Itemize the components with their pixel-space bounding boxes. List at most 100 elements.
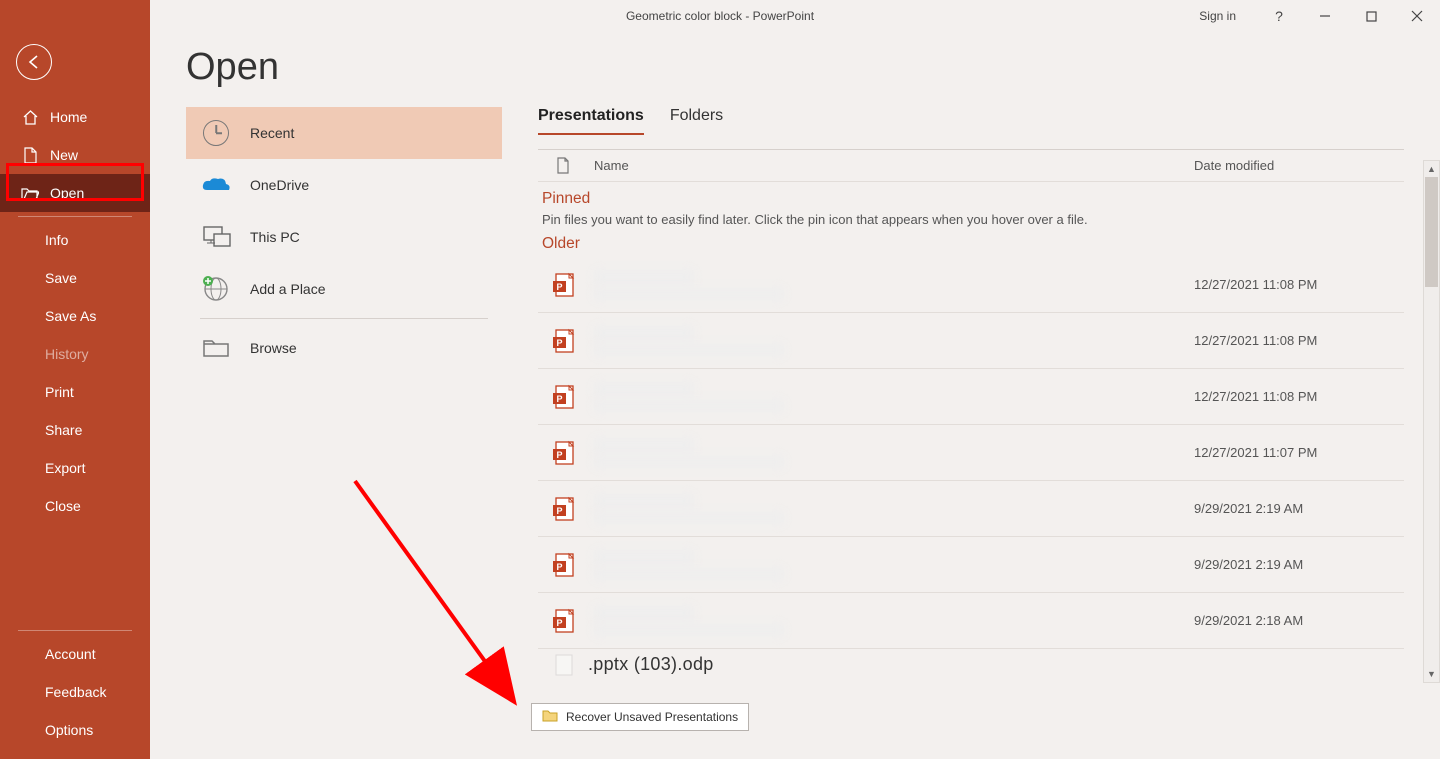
folder-open-icon [20, 183, 40, 203]
sidebar-item-share[interactable]: Share [0, 411, 150, 449]
this-pc-icon [200, 221, 232, 253]
recover-unsaved-button[interactable]: Recover Unsaved Presentations [531, 703, 749, 731]
column-modified[interactable]: Date modified [1194, 158, 1404, 173]
scroll-up-arrow-icon[interactable]: ▲ [1424, 161, 1439, 177]
file-name-cell [588, 438, 1194, 468]
sidebar-item-label: New [50, 147, 78, 163]
sidebar-item-history: History [0, 335, 150, 373]
sidebar-item-export[interactable]: Export [0, 449, 150, 487]
backstage-sidebar: Home New Open Info Save Save As History … [0, 0, 150, 759]
file-icon-header [538, 157, 588, 174]
new-file-icon [20, 145, 40, 165]
file-item[interactable]: P 9/29/2021 2:19 AM [538, 537, 1404, 593]
sidebar-item-feedback[interactable]: Feedback [0, 673, 150, 711]
sign-in-link[interactable]: Sign in [1199, 9, 1236, 23]
file-list-header: Name Date modified [538, 150, 1404, 182]
file-modified-cell: 12/27/2021 11:08 PM [1194, 333, 1404, 348]
sidebar-item-print[interactable]: Print [0, 373, 150, 411]
main-pane: Open Recent OneDrive This PC Add a Place [150, 32, 1440, 759]
sidebar-item-options[interactable]: Options [0, 711, 150, 749]
file-item[interactable]: P 12/27/2021 11:08 PM [538, 369, 1404, 425]
pin-hint-text: Pin files you want to easily find later.… [542, 212, 1404, 227]
source-label: Browse [250, 340, 297, 356]
clock-icon [200, 117, 232, 149]
file-name-cell [588, 550, 1194, 580]
svg-text:P: P [556, 618, 562, 628]
file-item[interactable]: P 9/29/2021 2:19 AM [538, 481, 1404, 537]
file-modified-cell: 12/27/2021 11:07 PM [1194, 445, 1404, 460]
svg-text:P: P [556, 506, 562, 516]
file-item[interactable]: P 9/29/2021 2:18 AM [538, 593, 1404, 649]
file-item[interactable]: P 12/27/2021 11:08 PM [538, 257, 1404, 313]
file-modified-cell: 9/29/2021 2:19 AM [1194, 557, 1404, 572]
column-name[interactable]: Name [588, 158, 1194, 173]
file-name-cell [588, 606, 1194, 636]
svg-text:P: P [556, 562, 562, 572]
back-button[interactable] [16, 44, 52, 80]
file-list-scrollbar[interactable]: ▲ ▼ [1423, 160, 1440, 683]
sidebar-item-save[interactable]: Save [0, 259, 150, 297]
sidebar-item-saveas[interactable]: Save As [0, 297, 150, 335]
source-browse[interactable]: Browse [186, 322, 502, 374]
file-item[interactable]: P 12/27/2021 11:07 PM [538, 425, 1404, 481]
source-label: This PC [250, 229, 300, 245]
maximize-button[interactable] [1348, 0, 1394, 32]
title-bar: Geometric color block - PowerPoint Sign … [0, 0, 1440, 32]
powerpoint-file-icon: P [538, 328, 588, 354]
powerpoint-file-icon: P [538, 608, 588, 634]
close-button[interactable] [1394, 0, 1440, 32]
sidebar-item-info[interactable]: Info [0, 221, 150, 259]
file-item[interactable]: P 12/27/2021 11:08 PM [538, 313, 1404, 369]
onedrive-icon [200, 169, 232, 201]
file-modified-cell: 12/27/2021 11:08 PM [1194, 389, 1404, 404]
file-name-partial: .pptx (103).odp [588, 654, 714, 675]
recover-button-label: Recover Unsaved Presentations [566, 710, 738, 724]
source-onedrive[interactable]: OneDrive [186, 159, 502, 211]
svg-text:P: P [556, 394, 562, 404]
file-modified-cell: 9/29/2021 2:19 AM [1194, 501, 1404, 516]
powerpoint-file-icon [538, 652, 588, 676]
tab-presentations[interactable]: Presentations [538, 107, 644, 135]
powerpoint-file-icon: P [538, 272, 588, 298]
add-place-icon [200, 273, 232, 305]
page-title: Open [186, 46, 1404, 89]
file-name-cell [588, 270, 1194, 300]
source-thispc[interactable]: This PC [186, 211, 502, 263]
svg-text:P: P [556, 338, 562, 348]
section-pinned: Pinned [542, 190, 1404, 208]
file-name-cell [588, 382, 1194, 412]
powerpoint-file-icon: P [538, 552, 588, 578]
file-name-cell [588, 326, 1194, 356]
source-label: OneDrive [250, 177, 309, 193]
folder-icon [200, 332, 232, 364]
svg-text:P: P [556, 282, 562, 292]
sidebar-item-label: Open [50, 185, 84, 201]
sidebar-item-open[interactable]: Open [0, 174, 150, 212]
scroll-down-arrow-icon[interactable]: ▼ [1424, 666, 1439, 682]
sidebar-item-new[interactable]: New [0, 136, 150, 174]
source-label: Add a Place [250, 281, 326, 297]
source-add-place[interactable]: Add a Place [186, 263, 502, 315]
file-modified-cell: 9/29/2021 2:18 AM [1194, 613, 1404, 628]
help-button[interactable]: ? [1256, 0, 1302, 32]
scrollbar-thumb[interactable] [1425, 177, 1438, 287]
sidebar-item-close[interactable]: Close [0, 487, 150, 525]
sidebar-item-account[interactable]: Account [0, 635, 150, 673]
file-item-partial[interactable]: .pptx (103).odp [538, 649, 1404, 679]
powerpoint-file-icon: P [538, 384, 588, 410]
section-older: Older [542, 235, 1404, 253]
open-sources-list: Recent OneDrive This PC Add a Place Brow… [186, 107, 502, 679]
file-name-cell [588, 494, 1194, 524]
minimize-button[interactable] [1302, 0, 1348, 32]
window-title: Geometric color block - PowerPoint [626, 9, 814, 23]
file-modified-cell: 12/27/2021 11:08 PM [1194, 277, 1404, 292]
svg-text:P: P [556, 450, 562, 460]
sidebar-item-label: Home [50, 109, 87, 125]
tab-folders[interactable]: Folders [670, 107, 723, 135]
files-column: Presentations Folders Name Date modified… [538, 107, 1404, 679]
sidebar-item-home[interactable]: Home [0, 98, 150, 136]
powerpoint-file-icon: P [538, 440, 588, 466]
source-label: Recent [250, 125, 294, 141]
source-recent[interactable]: Recent [186, 107, 502, 159]
back-arrow-icon [26, 54, 42, 70]
